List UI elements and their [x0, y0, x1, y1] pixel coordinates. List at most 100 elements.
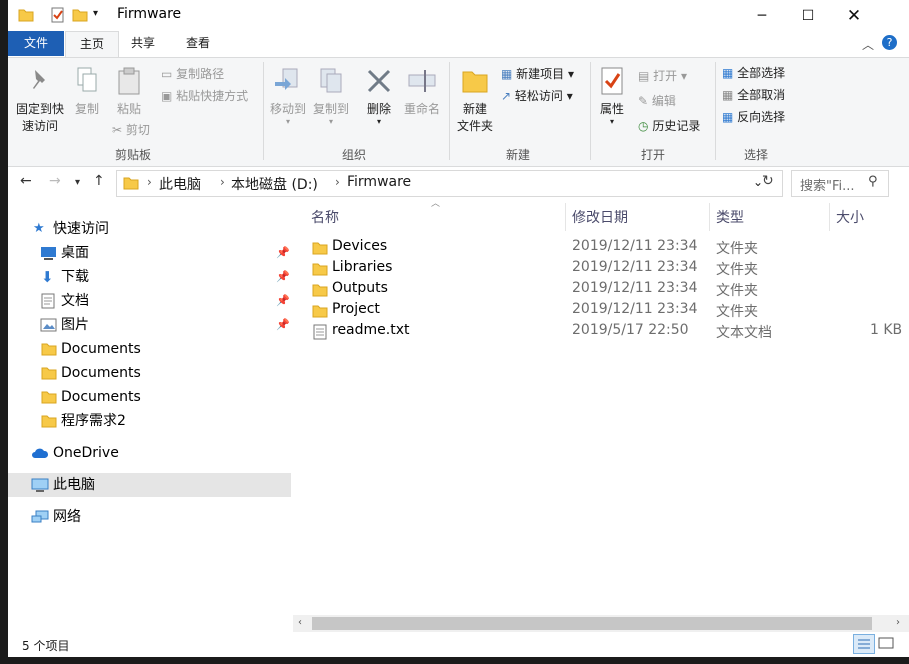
back-button[interactable]: ←	[20, 173, 32, 189]
easy-access-button[interactable]: ↗ 轻松访问 ▾	[501, 87, 573, 104]
up-button[interactable]: ↑	[93, 173, 105, 189]
breadcrumb-drive-d[interactable]: 本地磁盘 (D:)	[231, 174, 318, 194]
maximize-button[interactable]: ☐	[785, 0, 831, 31]
search-box[interactable]: 搜索"Fi... ⚲	[791, 170, 889, 197]
table-row[interactable]: Devices 2019/12/11 23:34 文件夹	[8, 238, 909, 259]
tab-file[interactable]: 文件	[8, 31, 64, 56]
cut-button[interactable]: ✂ 剪切	[112, 121, 150, 138]
group-label-clipboard: 剪贴板	[114, 148, 151, 162]
nav-item-documents-2[interactable]: Documents	[8, 361, 291, 385]
new-item-icon: ▦	[501, 67, 513, 81]
folder-icon	[41, 391, 57, 404]
column-separator[interactable]	[565, 203, 566, 231]
computer-icon	[31, 478, 49, 492]
breadcrumb-separator-icon: ›	[147, 175, 152, 189]
minimize-button[interactable]: ─	[739, 0, 785, 31]
open-button[interactable]: ▤ 打开 ▾	[638, 67, 687, 84]
move-to-dropdown-icon: ▾	[285, 117, 290, 126]
invert-selection-button[interactable]: ▦ 反向选择	[722, 108, 785, 125]
invert-selection-icon: ▦	[722, 110, 734, 124]
tab-share[interactable]: 共享	[123, 31, 163, 56]
window-title: Firmware	[117, 6, 182, 22]
scrollbar-thumb[interactable]	[312, 617, 872, 630]
column-header-type[interactable]: 类型	[716, 207, 744, 227]
paste-shortcut-button[interactable]: ▣ 粘贴快捷方式	[161, 87, 248, 104]
refresh-icon[interactable]: ↻	[762, 173, 774, 189]
network-icon	[31, 510, 49, 523]
rename-button[interactable]: 重命名	[402, 66, 442, 118]
pin-quick-access-button[interactable]: 固定到快 速访问	[12, 66, 68, 135]
chevron-up-icon[interactable]: ︿	[862, 36, 874, 53]
edit-button[interactable]: ✎ 编辑	[638, 92, 676, 109]
folder-icon	[41, 415, 57, 428]
breadcrumb-separator-icon: ›	[220, 175, 225, 189]
table-row[interactable]: Project 2019/12/11 23:34 文件夹	[8, 301, 909, 322]
select-none-button[interactable]: ▦ 全部取消	[722, 86, 785, 103]
copy-to-button[interactable]: 复制到 ▾	[310, 66, 352, 126]
table-row[interactable]: readme.txt 2019/5/17 22:50 文本文档 1 KB	[8, 322, 909, 343]
column-header-name[interactable]: 名称	[311, 207, 339, 227]
move-to-button[interactable]: 移动到 ▾	[267, 66, 309, 126]
copy-button[interactable]: 复制	[72, 66, 102, 118]
properties-button[interactable]: 属性 ▾	[594, 66, 630, 126]
group-label-select: 选择	[743, 148, 768, 162]
copy-path-button[interactable]: ▭ 复制路径	[161, 65, 224, 82]
rename-icon	[408, 70, 436, 92]
history-button[interactable]: ◷ 历史记录	[638, 117, 700, 134]
scroll-left-icon[interactable]: ‹	[298, 617, 302, 628]
new-folder-button[interactable]: 新建 文件夹	[453, 66, 497, 135]
column-header-modified[interactable]: 修改日期	[572, 207, 628, 227]
quick-access-dropdown-icon[interactable]: ▾	[93, 8, 98, 19]
column-separator[interactable]	[709, 203, 710, 231]
recent-locations-dropdown-icon[interactable]: ▾	[75, 177, 80, 188]
new-item-button[interactable]: ▦ 新建项目 ▾	[501, 65, 574, 82]
search-input[interactable]: 搜索"Fi...	[800, 175, 855, 194]
tab-home[interactable]: 主页	[65, 31, 119, 58]
details-view-icon	[858, 639, 870, 649]
table-row[interactable]: Libraries 2019/12/11 23:34 文件夹	[8, 259, 909, 280]
breadcrumb-firmware[interactable]: Firmware	[347, 174, 411, 190]
nav-network[interactable]: 网络	[8, 505, 291, 529]
group-label-organize: 组织	[341, 148, 366, 162]
folder-icon	[123, 177, 139, 190]
tab-view[interactable]: 查看	[178, 31, 218, 56]
search-icon[interactable]: ⚲	[868, 174, 878, 189]
nav-item-documents-3[interactable]: Documents	[8, 385, 291, 409]
help-icon[interactable]: ?	[882, 35, 897, 50]
copy-to-icon	[320, 68, 342, 93]
scroll-right-icon[interactable]: ›	[896, 617, 900, 628]
large-icons-view-button[interactable]	[877, 635, 895, 651]
easy-access-icon: ↗	[501, 89, 512, 103]
horizontal-scrollbar[interactable]: ‹ ›	[293, 615, 909, 632]
folder-icon	[41, 367, 57, 380]
address-bar[interactable]: › 此电脑 › 本地磁盘 (D:) › Firmware ⌄	[116, 170, 783, 197]
paste-button[interactable]: 粘贴	[112, 66, 146, 118]
select-none-icon: ▦	[722, 88, 734, 102]
new-folder-quick-icon[interactable]	[72, 7, 88, 23]
ribbon-separator	[715, 62, 716, 160]
folder-icon	[312, 242, 328, 255]
breadcrumb-this-pc[interactable]: 此电脑	[159, 174, 201, 194]
close-button[interactable]: ✕	[831, 0, 877, 31]
folder-icon	[312, 284, 328, 297]
text-file-icon	[313, 324, 327, 340]
column-separator[interactable]	[829, 203, 830, 231]
ribbon-separator	[263, 62, 264, 160]
nav-onedrive[interactable]: OneDrive	[8, 441, 291, 465]
copy-icon	[77, 67, 97, 92]
edit-icon: ✎	[638, 94, 649, 108]
forward-button[interactable]: →	[49, 173, 61, 189]
folder-icon	[41, 343, 57, 356]
table-row[interactable]: Outputs 2019/12/11 23:34 文件夹	[8, 280, 909, 301]
ribbon-separator	[590, 62, 591, 160]
nav-this-pc[interactable]: 此电脑	[8, 473, 291, 497]
properties-quick-icon[interactable]	[50, 7, 66, 23]
nav-item-requirements[interactable]: 程序需求2	[8, 409, 291, 433]
delete-button[interactable]: 删除 ▾	[360, 66, 398, 126]
details-view-button[interactable]	[853, 634, 875, 654]
group-label-new: 新建	[505, 148, 530, 162]
move-to-icon	[275, 68, 298, 90]
paste-shortcut-icon: ▣	[161, 89, 173, 103]
select-all-button[interactable]: ▦ 全部选择	[722, 64, 785, 81]
column-header-size[interactable]: 大小	[836, 207, 864, 227]
